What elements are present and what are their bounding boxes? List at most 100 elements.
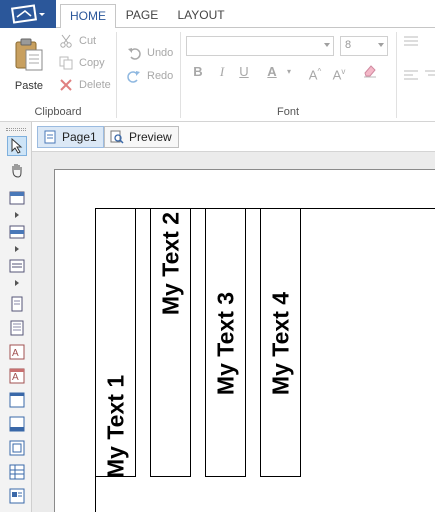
text-item-3-content: My Text 3: [212, 291, 238, 396]
ribbon-tab-bar: HOME PAGE LAYOUT: [0, 0, 435, 29]
preview-magnifier-icon: [109, 129, 125, 145]
font-size-select[interactable]: 8: [340, 36, 388, 56]
rich-text-tool[interactable]: A: [7, 366, 27, 386]
expand-caret-icon[interactable]: [15, 246, 19, 252]
copy-button[interactable]: Copy: [58, 55, 105, 71]
delete-x-icon: [58, 77, 74, 93]
tab-preview[interactable]: Preview: [104, 126, 179, 148]
delete-button[interactable]: Delete: [58, 77, 111, 93]
cut-label: Cut: [79, 35, 97, 47]
font-family-select[interactable]: [186, 36, 334, 56]
page-tool[interactable]: [7, 294, 27, 314]
list-tool[interactable]: [7, 318, 27, 338]
redo-arrow-icon: [126, 68, 142, 84]
rich-text-icon: A: [9, 368, 25, 384]
report-header-band-tool[interactable]: [7, 188, 27, 208]
container-tool[interactable]: [7, 414, 27, 434]
ribbon-home: Paste Cut Copy Delete Clipboard Undo Red…: [0, 28, 435, 122]
bold-button[interactable]: B: [190, 62, 206, 82]
tab-page[interactable]: PAGE: [116, 4, 168, 28]
text-item-4-content: My Text 4: [267, 291, 293, 396]
text-a-icon: A: [9, 344, 25, 360]
clear-format-button[interactable]: [360, 62, 380, 82]
align-center-icon: [425, 70, 435, 76]
ribbon-group-separator: [396, 32, 397, 118]
tab-layout[interactable]: LAYOUT: [170, 4, 232, 28]
chevron-down-icon: [324, 43, 330, 47]
font-color-button[interactable]: A: [264, 62, 280, 82]
font-color-dropdown[interactable]: ▾: [284, 62, 294, 82]
data-band-icon: [9, 259, 25, 273]
svg-text:A: A: [12, 348, 19, 359]
copy-label: Copy: [79, 57, 105, 69]
toolbox-panel: A A: [0, 122, 32, 512]
hand-icon: [12, 164, 22, 178]
grow-font-button[interactable]: A^: [306, 62, 324, 82]
document-tab-bar: Page1 Preview: [32, 122, 435, 152]
list-icon: [10, 320, 24, 336]
italic-button[interactable]: I: [214, 62, 230, 82]
redo-button[interactable]: Redo: [126, 68, 173, 84]
pointer-arrow-icon: [11, 138, 23, 154]
cross-tab-tool[interactable]: [7, 486, 27, 506]
text-item-2[interactable]: My Text 2: [150, 208, 191, 477]
undo-button[interactable]: Undo: [126, 45, 173, 61]
align-left-icon: [404, 70, 418, 80]
shrink-font-button[interactable]: Av: [330, 62, 348, 82]
text-item-1-content: My Text 1: [102, 374, 128, 477]
cross-tab-icon: [9, 488, 25, 504]
redo-label: Redo: [147, 70, 174, 82]
text-tool[interactable]: A: [7, 342, 27, 362]
text-item-1[interactable]: My Text 1: [95, 208, 136, 477]
container-icon: [9, 416, 25, 432]
panel-tool[interactable]: [7, 390, 27, 410]
ribbon-group-separator: [116, 32, 117, 118]
font-size-value: 8: [345, 39, 352, 51]
clipboard-paste-icon: [15, 38, 43, 71]
group-band-icon: [9, 225, 25, 239]
expand-caret-icon[interactable]: [15, 212, 19, 218]
group-band-tool[interactable]: [7, 222, 27, 242]
page-icon: [42, 129, 58, 145]
text-item-3[interactable]: My Text 3: [205, 208, 246, 477]
paste-button[interactable]: Paste: [6, 34, 52, 92]
font-group-label: Font: [276, 106, 299, 118]
align-justify-icon: [404, 36, 418, 46]
scissors-icon: [58, 33, 74, 49]
undo-arrow-icon: [126, 45, 142, 61]
tab-preview-label: Preview: [129, 130, 172, 144]
copy-icon: [58, 55, 74, 71]
subreport-icon: [9, 440, 25, 456]
table-tool[interactable]: [7, 462, 27, 482]
report-page[interactable]: My Text 1 My Text 2 My Text 3 My Text 4: [54, 169, 435, 512]
table-icon: [9, 464, 25, 480]
tab-page1-label: Page1: [62, 130, 97, 144]
application-menu-button[interactable]: [0, 0, 56, 28]
text-item-4[interactable]: My Text 4: [260, 208, 301, 477]
tab-home[interactable]: HOME: [60, 4, 116, 29]
eraser-icon: [364, 65, 376, 78]
text-item-2-content: My Text 2: [157, 212, 183, 316]
undo-label: Undo: [147, 47, 174, 59]
toolbox-grip[interactable]: [6, 128, 26, 131]
align-center-button[interactable]: [424, 68, 435, 88]
data-band-tool[interactable]: [7, 256, 27, 276]
underline-button[interactable]: U: [236, 62, 252, 82]
clipboard-group-label: Clipboard: [34, 106, 82, 118]
band-icon: [9, 191, 25, 205]
svg-text:A: A: [12, 372, 19, 383]
design-canvas[interactable]: My Text 1 My Text 2 My Text 3 My Text 4: [32, 152, 435, 512]
align-justify-button[interactable]: [402, 34, 420, 54]
delete-label: Delete: [79, 79, 111, 91]
hand-tool[interactable]: [7, 160, 27, 180]
expand-caret-icon[interactable]: [15, 280, 19, 286]
report-designer-logo-icon: [11, 4, 45, 24]
tab-page1[interactable]: Page1: [37, 126, 104, 148]
cut-button[interactable]: Cut: [58, 33, 96, 49]
panel-icon: [9, 392, 25, 408]
paste-label: Paste: [14, 80, 44, 92]
page-icon: [11, 296, 23, 312]
pointer-tool[interactable]: [7, 136, 27, 156]
subreport-tool[interactable]: [7, 438, 27, 458]
align-left-button[interactable]: [402, 68, 420, 88]
